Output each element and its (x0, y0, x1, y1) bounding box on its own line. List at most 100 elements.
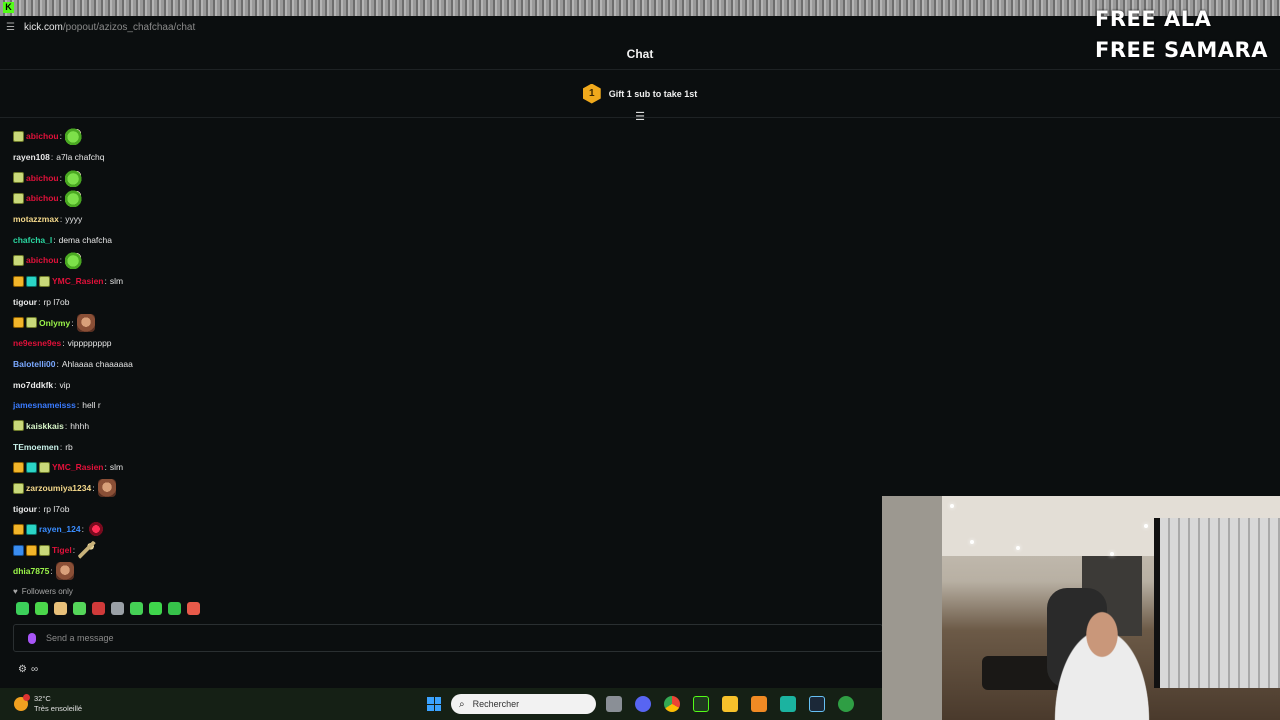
sub-badge-icon[interactable] (26, 317, 37, 329)
chat-username[interactable]: rayen108 (13, 152, 50, 162)
chat-emote[interactable] (64, 251, 83, 270)
chat-emote[interactable] (55, 561, 74, 580)
chat-username[interactable]: kaiskkais (26, 421, 64, 431)
vip-badge-icon[interactable] (26, 461, 37, 473)
taskbar-search[interactable]: ⌕ Rechercher (451, 694, 596, 714)
steam-icon[interactable] (809, 696, 825, 712)
chat-emote[interactable] (64, 168, 83, 187)
mic-icon[interactable] (28, 632, 36, 644)
weather-desc: Très ensoleillé (34, 704, 83, 713)
app-icon-teal[interactable] (780, 696, 796, 712)
weather-widget[interactable]: 32°C Très ensoleillé (14, 694, 82, 714)
address-bar[interactable]: ☰ kick.com/popout/azizos_chafchaa/chat (0, 16, 1280, 38)
vip-badge-icon[interactable] (26, 275, 37, 287)
sub-badge-icon[interactable] (13, 192, 24, 204)
sub-badge-icon[interactable] (13, 130, 24, 142)
chat-emote[interactable] (64, 127, 83, 146)
chat-colon: : (59, 214, 63, 225)
sub-badge-icon[interactable] (13, 482, 24, 494)
quick-emote[interactable] (149, 602, 162, 615)
chat-colon: : (59, 441, 63, 452)
chat-input-box[interactable] (13, 624, 883, 652)
chat-colon: : (62, 338, 65, 349)
quick-emote[interactable] (73, 602, 86, 615)
chat-emote[interactable] (76, 313, 95, 332)
quick-emote[interactable] (187, 602, 200, 615)
chat-message: ne9esne9es: vipppppppp (13, 333, 873, 354)
chat-emote[interactable] (86, 520, 105, 539)
pinned-messages-icon[interactable]: ☰ (634, 112, 646, 123)
chat-username[interactable]: Tigel (52, 545, 72, 555)
crown-badge-icon[interactable] (13, 275, 24, 287)
url-text[interactable]: kick.com/popout/azizos_chafchaa/chat (24, 22, 195, 33)
discord-icon[interactable] (635, 696, 651, 712)
chat-username[interactable]: rayen_124 (39, 524, 81, 534)
app-icon-orange[interactable] (751, 696, 767, 712)
overlay-line-1: FREE ALA (1095, 7, 1212, 31)
rank-medal-icon: 1 (582, 83, 601, 104)
sub-badge-icon[interactable] (39, 461, 50, 473)
chat-message: motazzmax: yyyy (13, 209, 873, 230)
chrome-icon[interactable] (664, 696, 680, 712)
emote-icon[interactable]: ∞ (31, 664, 38, 675)
quick-emote[interactable] (16, 602, 29, 615)
quick-emote[interactable] (168, 602, 181, 615)
settings-icon[interactable]: ⚙ (18, 664, 27, 675)
blue-badge-icon[interactable] (13, 544, 24, 556)
chat-message-list: abichou: rayen108: a7la chafchq abichou: abi… (13, 126, 873, 581)
chat-username[interactable]: zarzoumiya1234 (26, 483, 91, 493)
chat-username[interactable]: chafcha_l (13, 235, 52, 245)
chat-username[interactable]: Balotelli00 (13, 359, 56, 369)
chat-message: jamesnameisss: hell r (13, 395, 873, 416)
chat-message: kaiskkais: hhhh (13, 416, 873, 437)
windows-start-icon[interactable] (427, 697, 441, 711)
chat-username[interactable]: abichou (26, 131, 59, 141)
site-settings-icon[interactable]: ☰ (6, 22, 18, 33)
chat-emote[interactable] (97, 479, 116, 498)
kick-app-icon[interactable] (693, 696, 709, 712)
chat-message: tigour: rp l7ob (13, 292, 873, 313)
quick-emote[interactable] (54, 602, 67, 615)
crown-badge-icon[interactable] (13, 317, 24, 329)
weather-sun-icon (14, 694, 30, 711)
sub-badge-icon[interactable] (13, 420, 24, 432)
chat-username[interactable]: TEmoemen (13, 442, 59, 452)
app-icon-green[interactable] (838, 696, 854, 712)
chat-emote[interactable] (64, 189, 83, 208)
chat-username[interactable]: jamesnameisss (13, 400, 76, 410)
chat-username[interactable]: abichou (26, 173, 59, 183)
sub-badge-icon[interactable] (13, 254, 24, 266)
crown-badge-icon[interactable] (13, 461, 24, 473)
sub-badge-icon[interactable] (13, 172, 24, 184)
chat-colon: : (71, 317, 74, 328)
chat-username[interactable]: ne9esne9es (13, 338, 61, 348)
crown-badge-icon[interactable] (13, 523, 24, 535)
quick-emote[interactable] (130, 602, 143, 615)
chat-username[interactable]: tigour (13, 504, 37, 514)
chat-username[interactable]: mo7ddkfk (13, 380, 53, 390)
chat-username[interactable]: tigour (13, 297, 37, 307)
chat-username[interactable]: motazzmax (13, 214, 59, 224)
quick-emote[interactable] (111, 602, 124, 615)
chat-colon: : (92, 483, 95, 494)
chat-colon: : (50, 565, 53, 576)
sub-badge-icon[interactable] (39, 544, 50, 556)
chat-username[interactable]: YMC_Rasien (52, 276, 104, 286)
webcam-streamer (1042, 606, 1162, 720)
chat-username[interactable]: YMC_Rasien (52, 462, 104, 472)
chat-message-input[interactable] (46, 633, 826, 643)
sub-badge-icon[interactable] (39, 275, 50, 287)
chat-colon: : (50, 152, 54, 163)
chat-username[interactable]: Onlymy (39, 318, 70, 328)
quick-emote-bar[interactable] (16, 602, 200, 615)
chat-username[interactable]: abichou (26, 255, 59, 265)
chat-emote[interactable] (78, 541, 97, 560)
task-view-icon[interactable] (606, 696, 622, 712)
chat-username[interactable]: abichou (26, 193, 59, 203)
file-explorer-icon[interactable] (722, 696, 738, 712)
quick-emote[interactable] (92, 602, 105, 615)
chat-username[interactable]: dhia7875 (13, 566, 49, 576)
crown-badge-icon[interactable] (26, 544, 37, 556)
quick-emote[interactable] (35, 602, 48, 615)
vip-badge-icon[interactable] (26, 523, 37, 535)
